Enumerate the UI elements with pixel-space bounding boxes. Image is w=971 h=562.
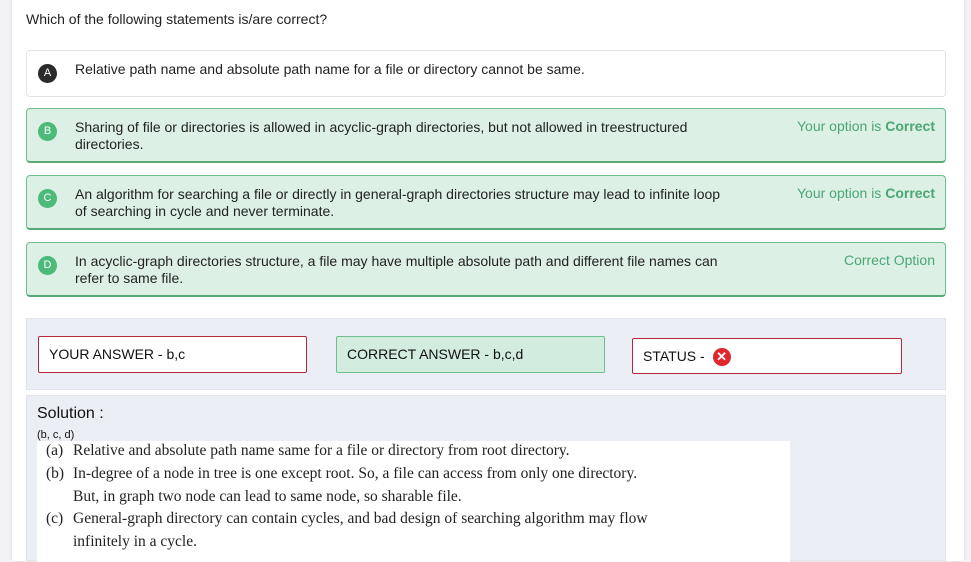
status-prefix: Correct Option bbox=[843, 252, 935, 268]
question-text: Which of the following statements is/are… bbox=[26, 11, 328, 27]
option-letter-badge: D bbox=[38, 256, 57, 275]
option-status: Correct Option bbox=[844, 252, 935, 268]
solution-line: (b) In-degree of a node in tree is one ex… bbox=[46, 465, 637, 483]
line-text: infinitely in a cycle. bbox=[73, 533, 197, 550]
line-label: (b) bbox=[46, 465, 65, 482]
option-c[interactable]: C An algorithm for searching a file or d… bbox=[26, 175, 946, 230]
status-strong: Correct bbox=[885, 185, 935, 201]
line-label: (c) bbox=[46, 510, 64, 527]
status-label: STATUS - bbox=[643, 348, 709, 364]
option-letter-badge: C bbox=[38, 189, 57, 208]
option-text: Sharing of file or directories is allowe… bbox=[75, 119, 688, 152]
status-strong: Correct bbox=[885, 118, 935, 134]
correct-answer-box: CORRECT ANSWER - b,c,d bbox=[336, 336, 605, 373]
solution-panel: Solution : (b, c, d) (a) Relative and abs… bbox=[26, 395, 946, 562]
option-letter-badge: A bbox=[38, 64, 57, 83]
status-box: STATUS - ✕ bbox=[632, 338, 902, 374]
solution-line: (a) Relative and absolute path name same … bbox=[46, 442, 570, 460]
option-text: Relative path name and absolute path nam… bbox=[75, 61, 585, 77]
option-status: Your option is Correct bbox=[797, 118, 935, 134]
solution-line: infinitely in a cycle. bbox=[46, 533, 197, 551]
solution-line: But, in graph two node can lead to same … bbox=[46, 488, 462, 506]
line-text: But, in graph two node can lead to same … bbox=[73, 488, 462, 505]
option-status: Your option is Correct bbox=[797, 185, 935, 201]
option-a[interactable]: A Relative path name and absolute path n… bbox=[26, 50, 946, 97]
line-label: (a) bbox=[46, 442, 64, 459]
option-b[interactable]: B Sharing of file or directories is allo… bbox=[26, 108, 946, 163]
option-text: An algorithm for searching a file or dir… bbox=[75, 186, 721, 219]
status-prefix: Your option is bbox=[796, 185, 886, 201]
solution-tag: (b, c, d) bbox=[37, 429, 75, 441]
close-icon: ✕ bbox=[712, 348, 731, 367]
line-text: In-degree of a node in tree is one excep… bbox=[73, 465, 638, 482]
option-d[interactable]: D In acyclic-graph directories structure… bbox=[26, 242, 946, 297]
solution-title: Solution : bbox=[37, 405, 104, 422]
solution-body: (a) Relative and absolute path name same … bbox=[37, 441, 790, 562]
option-text: In acyclic-graph directories structure, … bbox=[75, 253, 718, 286]
solution-line: (c) General-graph directory can contain c… bbox=[46, 510, 648, 528]
line-text: General-graph directory can contain cycl… bbox=[73, 510, 648, 527]
line-text: Relative and absolute path name same for… bbox=[73, 442, 570, 459]
option-letter-badge: B bbox=[38, 122, 57, 141]
your-answer-box: YOUR ANSWER - b,c bbox=[38, 336, 307, 373]
answer-panel: YOUR ANSWER - b,c CORRECT ANSWER - b,c,d… bbox=[26, 318, 946, 390]
status-prefix: Your option is bbox=[796, 118, 886, 134]
